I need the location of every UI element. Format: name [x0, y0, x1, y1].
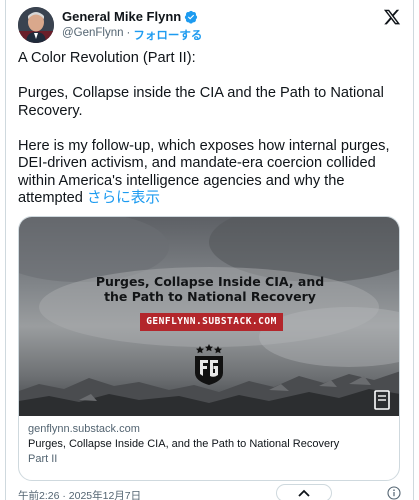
author-sub-row: @GenFlynn · フォローする	[62, 27, 202, 43]
scroll-up-button[interactable]	[276, 484, 332, 500]
link-title[interactable]: Purges, Collapse Inside CIA, and the Pat…	[28, 437, 390, 452]
timestamp[interactable]: 午前2:26 · 2025年12月7日	[18, 488, 141, 500]
link-preview-image-title: Purges, Collapse Inside CIA, and the Pat…	[19, 274, 399, 304]
link-preview-image[interactable]: Purges, Collapse Inside CIA, and the Pat…	[19, 217, 399, 416]
verified-badge-icon	[185, 10, 198, 24]
image-url-banner: GENFLYNN.SUBSTACK.COM	[140, 313, 283, 331]
chevron-up-icon	[298, 489, 310, 497]
link-domain: genflynn.substack.com	[28, 423, 140, 435]
image-title-line-2: the Path to National Recovery	[104, 289, 316, 304]
rubble-illustration	[19, 371, 399, 416]
separator: ·	[126, 27, 131, 39]
link-description: Part II	[28, 453, 58, 465]
author-name-row: General Mike Flynn	[62, 9, 198, 24]
bookmark-icon[interactable]	[371, 389, 393, 411]
tweet-paragraph-3: Here is my follow-up, which exposes how …	[18, 138, 403, 208]
tweet-header: General Mike Flynn @GenFlynn · フォローする	[18, 6, 401, 46]
show-more-link[interactable]: さらに表示	[87, 190, 160, 206]
author-name[interactable]: General Mike Flynn	[62, 9, 181, 24]
link-preview-card[interactable]: Purges, Collapse Inside CIA, and the Pat…	[18, 216, 400, 481]
tweet-paragraph-1: A Color Revolution (Part II):	[18, 50, 196, 66]
tweet-footer: 午前2:26 · 2025年12月7日	[18, 484, 401, 500]
follow-button[interactable]: フォローする	[133, 27, 202, 43]
tweet-paragraph-2: Purges, Collapse inside the CIA and the …	[18, 85, 384, 119]
info-icon[interactable]	[387, 486, 401, 500]
image-title-line-1: Purges, Collapse Inside CIA, and	[95, 274, 325, 289]
x-logo-icon[interactable]	[383, 8, 401, 26]
tweet-body: A Color Revolution (Part II): Purges, Co…	[18, 50, 403, 225]
avatar[interactable]	[18, 7, 54, 43]
link-preview-meta: genflynn.substack.com Purges, Collapse I…	[28, 422, 390, 467]
author-handle[interactable]: @GenFlynn	[62, 27, 124, 43]
tweet-paragraph-3-text: Here is my follow-up, which exposes how …	[18, 137, 390, 207]
tweet-card: General Mike Flynn @GenFlynn · フォローする A …	[5, 0, 414, 500]
